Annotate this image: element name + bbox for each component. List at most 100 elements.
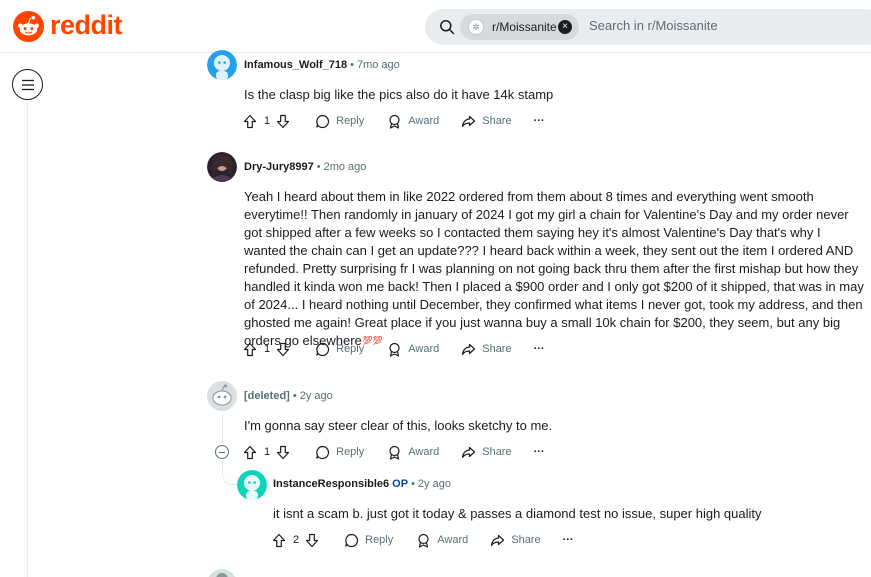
comment-text: Yeah I heard about them in like 2022 ord…	[244, 189, 864, 348]
award-icon	[418, 533, 429, 548]
share-icon	[462, 343, 476, 355]
avatar[interactable]	[237, 470, 267, 500]
more-options-button[interactable]: ···	[534, 115, 545, 127]
comment-time: 2y ago	[417, 478, 451, 490]
comment-time: 7mo ago	[356, 59, 400, 71]
top-header: reddit ✲ r/Moissanite ×	[0, 0, 871, 53]
sidebar-menu-button[interactable]	[12, 69, 43, 100]
award-button[interactable]: Award	[387, 342, 439, 357]
comment-meta: InstanceResponsible6 OP • 2y ago	[273, 478, 451, 490]
reddit-snoo-icon	[13, 11, 44, 42]
reply-button[interactable]: Reply	[315, 114, 364, 129]
upvote-icon	[243, 445, 257, 459]
comment-actions: 2 Reply Award Share ···	[272, 530, 574, 550]
downvote-icon	[277, 445, 290, 459]
more-options-button[interactable]: ···	[563, 534, 574, 546]
sidebar-divider	[27, 100, 28, 577]
downvote-icon	[277, 114, 290, 128]
subreddit-avatar-icon: ✲	[468, 19, 484, 35]
reply-button[interactable]: Reply	[315, 342, 364, 357]
upvote-button[interactable]	[243, 342, 257, 357]
hamburger-icon	[21, 79, 34, 90]
thread-line	[222, 412, 223, 443]
award-button[interactable]: Award	[387, 114, 439, 129]
snoo-avatar-icon	[208, 569, 236, 577]
award-button[interactable]: Award	[416, 533, 468, 548]
comment-author[interactable]: Dry-Jury8997	[244, 161, 314, 173]
comment-meta: Infamous_Wolf_718 • 7mo ago	[244, 59, 400, 71]
share-icon	[462, 115, 476, 127]
logo-wordmark: reddit	[50, 10, 123, 40]
avatar[interactable]	[207, 50, 237, 80]
upvote-button[interactable]	[243, 445, 257, 460]
share-icon	[491, 534, 505, 546]
comment-actions: 1 Reply Award Share ···	[243, 442, 545, 462]
subreddit-filter-chip[interactable]: ✲ r/Moissanite ×	[460, 14, 579, 40]
upvote-icon	[272, 533, 286, 547]
downvote-button[interactable]	[305, 533, 319, 548]
comment-author: [deleted]	[244, 390, 290, 402]
award-button[interactable]: Award	[387, 445, 439, 460]
share-button[interactable]: Share	[490, 533, 541, 548]
comment-author[interactable]: Infamous_Wolf_718	[244, 59, 347, 71]
comment-meta: Dry-Jury8997 • 2mo ago	[244, 161, 367, 173]
thread-connector	[222, 460, 237, 485]
search-input[interactable]	[589, 18, 849, 33]
downvote-button[interactable]	[276, 445, 290, 460]
op-badge: OP	[392, 478, 409, 490]
comment-actions: 1 Reply Award Share ···	[243, 111, 545, 131]
comment-body: I'm gonna say steer clear of this, looks…	[244, 418, 553, 433]
comment-bubble-icon	[345, 533, 359, 547]
comment-bubble-icon	[316, 342, 330, 356]
upvote-button[interactable]	[243, 114, 257, 129]
vote-score: 1	[264, 115, 271, 127]
downvote-icon	[306, 533, 319, 547]
award-icon	[389, 114, 400, 129]
more-dots-icon: ···	[562, 534, 574, 546]
profile-photo-icon	[207, 152, 237, 182]
comment-time: 2mo ago	[323, 161, 367, 173]
search-bar[interactable]: ✲ r/Moissanite ×	[425, 9, 871, 45]
comment-author[interactable]: InstanceResponsible6	[273, 478, 389, 490]
upvote-icon	[243, 342, 257, 356]
more-dots-icon: ···	[533, 343, 545, 355]
reply-button[interactable]: Reply	[344, 533, 393, 548]
more-options-button[interactable]: ···	[534, 343, 545, 355]
snoo-avatar-icon	[207, 50, 237, 80]
more-options-button[interactable]: ···	[534, 446, 545, 458]
snoo-avatar-icon	[237, 470, 267, 500]
upvote-icon	[243, 114, 257, 128]
comment-time: 2y ago	[299, 390, 333, 402]
downvote-button[interactable]	[276, 342, 290, 357]
avatar[interactable]	[207, 569, 237, 577]
share-icon	[462, 446, 476, 458]
more-dots-icon: ···	[533, 115, 545, 127]
share-button[interactable]: Share	[461, 342, 512, 357]
upvote-button[interactable]	[272, 533, 286, 548]
search-icon	[440, 20, 455, 35]
share-button[interactable]: Share	[461, 445, 512, 460]
deleted-user-snoo-icon	[207, 381, 237, 411]
award-icon	[389, 445, 400, 460]
downvote-button[interactable]	[276, 114, 290, 129]
avatar[interactable]	[207, 152, 237, 182]
comment-meta: [deleted] • 2y ago	[244, 390, 333, 402]
vote-score: 1	[264, 343, 271, 355]
share-button[interactable]: Share	[461, 114, 512, 129]
collapse-thread-button[interactable]	[215, 445, 229, 459]
reddit-logo[interactable]: reddit	[13, 10, 123, 42]
reply-button[interactable]: Reply	[315, 445, 364, 460]
close-icon[interactable]: ×	[558, 20, 572, 34]
downvote-icon	[277, 342, 290, 356]
more-dots-icon: ···	[533, 446, 545, 458]
vote-score: 2	[293, 534, 300, 546]
comment-body: it isnt a scam b. just got it today & pa…	[273, 506, 762, 521]
avatar	[207, 381, 237, 411]
vote-score: 1	[264, 446, 271, 458]
comment-body: Is the clasp big like the pics also do i…	[244, 87, 554, 102]
subreddit-chip-label: r/Moissanite	[492, 20, 557, 34]
award-icon	[389, 342, 400, 357]
comment-bubble-icon	[316, 114, 330, 128]
comment-body: Yeah I heard about them in like 2022 ord…	[244, 188, 864, 350]
minus-icon	[219, 451, 225, 453]
